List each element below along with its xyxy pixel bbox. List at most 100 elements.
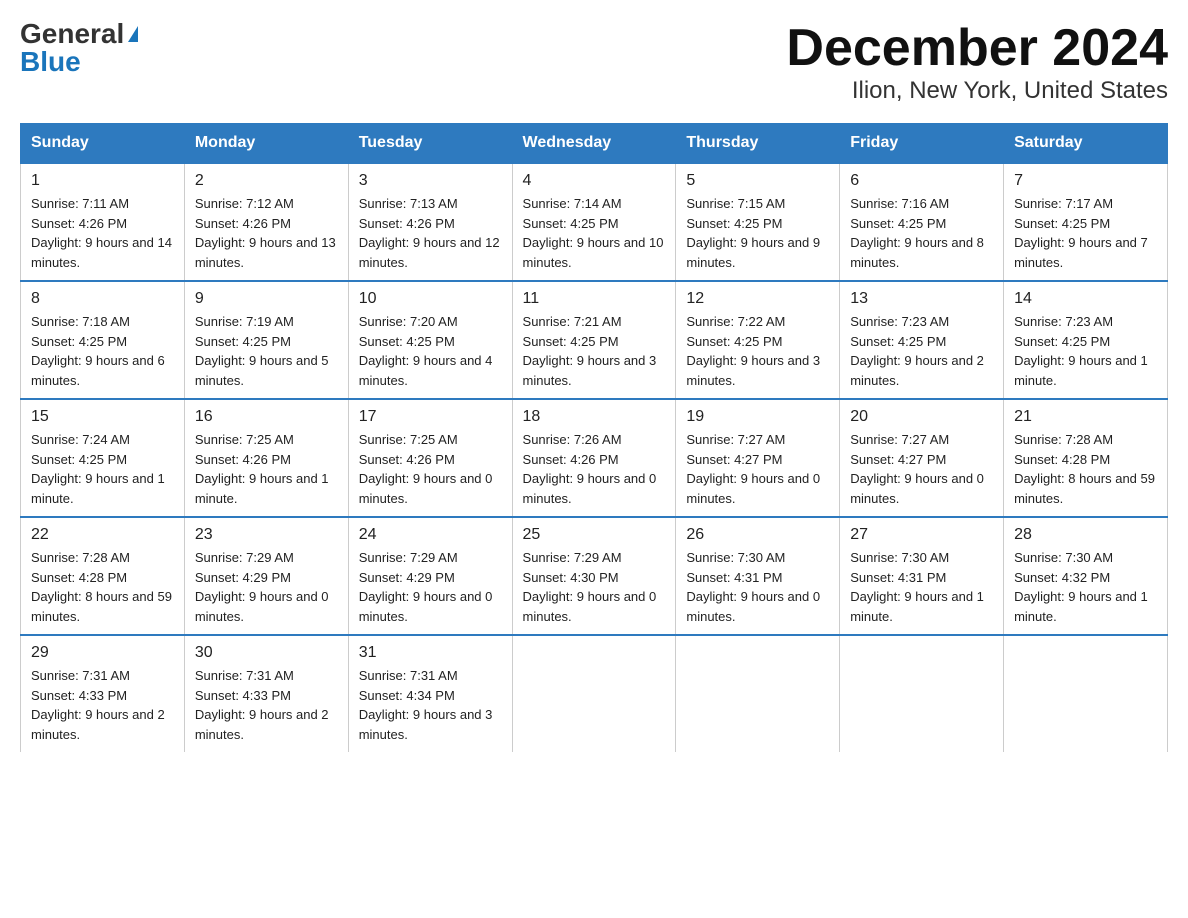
day-number: 28 bbox=[1014, 526, 1157, 544]
day-number: 19 bbox=[686, 408, 829, 426]
day-number: 17 bbox=[359, 408, 502, 426]
calendar-cell: 1 Sunrise: 7:11 AMSunset: 4:26 PMDayligh… bbox=[21, 163, 185, 281]
day-info: Sunrise: 7:30 AMSunset: 4:31 PMDaylight:… bbox=[686, 550, 820, 624]
calendar-cell: 16 Sunrise: 7:25 AMSunset: 4:26 PMDaylig… bbox=[184, 399, 348, 517]
day-info: Sunrise: 7:30 AMSunset: 4:32 PMDaylight:… bbox=[1014, 550, 1148, 624]
calendar-table: SundayMondayTuesdayWednesdayThursdayFrid… bbox=[20, 123, 1168, 752]
calendar-cell bbox=[512, 635, 676, 752]
day-info: Sunrise: 7:27 AMSunset: 4:27 PMDaylight:… bbox=[850, 432, 984, 506]
day-info: Sunrise: 7:31 AMSunset: 4:33 PMDaylight:… bbox=[31, 668, 165, 742]
day-info: Sunrise: 7:11 AMSunset: 4:26 PMDaylight:… bbox=[31, 196, 172, 270]
day-number: 31 bbox=[359, 644, 502, 662]
day-info: Sunrise: 7:15 AMSunset: 4:25 PMDaylight:… bbox=[686, 196, 820, 270]
calendar-cell: 4 Sunrise: 7:14 AMSunset: 4:25 PMDayligh… bbox=[512, 163, 676, 281]
day-info: Sunrise: 7:12 AMSunset: 4:26 PMDaylight:… bbox=[195, 196, 336, 270]
day-info: Sunrise: 7:31 AMSunset: 4:34 PMDaylight:… bbox=[359, 668, 493, 742]
day-number: 13 bbox=[850, 290, 993, 308]
calendar-cell: 24 Sunrise: 7:29 AMSunset: 4:29 PMDaylig… bbox=[348, 517, 512, 635]
calendar-cell: 21 Sunrise: 7:28 AMSunset: 4:28 PMDaylig… bbox=[1004, 399, 1168, 517]
day-info: Sunrise: 7:20 AMSunset: 4:25 PMDaylight:… bbox=[359, 314, 493, 388]
calendar-week-row: 15 Sunrise: 7:24 AMSunset: 4:25 PMDaylig… bbox=[21, 399, 1168, 517]
calendar-cell: 15 Sunrise: 7:24 AMSunset: 4:25 PMDaylig… bbox=[21, 399, 185, 517]
calendar-cell bbox=[1004, 635, 1168, 752]
day-info: Sunrise: 7:28 AMSunset: 4:28 PMDaylight:… bbox=[1014, 432, 1155, 506]
day-number: 20 bbox=[850, 408, 993, 426]
logo-triangle-icon bbox=[128, 26, 138, 42]
day-number: 27 bbox=[850, 526, 993, 544]
day-info: Sunrise: 7:27 AMSunset: 4:27 PMDaylight:… bbox=[686, 432, 820, 506]
day-number: 5 bbox=[686, 172, 829, 190]
logo: General Blue bbox=[20, 20, 138, 76]
calendar-cell: 22 Sunrise: 7:28 AMSunset: 4:28 PMDaylig… bbox=[21, 517, 185, 635]
calendar-cell: 13 Sunrise: 7:23 AMSunset: 4:25 PMDaylig… bbox=[840, 281, 1004, 399]
day-info: Sunrise: 7:23 AMSunset: 4:25 PMDaylight:… bbox=[850, 314, 984, 388]
day-number: 15 bbox=[31, 408, 174, 426]
calendar-cell: 25 Sunrise: 7:29 AMSunset: 4:30 PMDaylig… bbox=[512, 517, 676, 635]
day-info: Sunrise: 7:25 AMSunset: 4:26 PMDaylight:… bbox=[195, 432, 329, 506]
calendar-week-row: 22 Sunrise: 7:28 AMSunset: 4:28 PMDaylig… bbox=[21, 517, 1168, 635]
calendar-cell: 29 Sunrise: 7:31 AMSunset: 4:33 PMDaylig… bbox=[21, 635, 185, 752]
day-number: 8 bbox=[31, 290, 174, 308]
calendar-cell bbox=[840, 635, 1004, 752]
day-number: 1 bbox=[31, 172, 174, 190]
day-number: 23 bbox=[195, 526, 338, 544]
day-info: Sunrise: 7:25 AMSunset: 4:26 PMDaylight:… bbox=[359, 432, 493, 506]
day-info: Sunrise: 7:18 AMSunset: 4:25 PMDaylight:… bbox=[31, 314, 165, 388]
logo-general: General bbox=[20, 20, 124, 48]
day-number: 18 bbox=[523, 408, 666, 426]
day-number: 24 bbox=[359, 526, 502, 544]
column-header-saturday: Saturday bbox=[1004, 124, 1168, 164]
calendar-week-row: 8 Sunrise: 7:18 AMSunset: 4:25 PMDayligh… bbox=[21, 281, 1168, 399]
calendar-cell: 20 Sunrise: 7:27 AMSunset: 4:27 PMDaylig… bbox=[840, 399, 1004, 517]
calendar-cell: 5 Sunrise: 7:15 AMSunset: 4:25 PMDayligh… bbox=[676, 163, 840, 281]
calendar-cell: 14 Sunrise: 7:23 AMSunset: 4:25 PMDaylig… bbox=[1004, 281, 1168, 399]
calendar-cell: 17 Sunrise: 7:25 AMSunset: 4:26 PMDaylig… bbox=[348, 399, 512, 517]
calendar-header-row: SundayMondayTuesdayWednesdayThursdayFrid… bbox=[21, 124, 1168, 164]
day-number: 22 bbox=[31, 526, 174, 544]
calendar-cell: 8 Sunrise: 7:18 AMSunset: 4:25 PMDayligh… bbox=[21, 281, 185, 399]
day-info: Sunrise: 7:29 AMSunset: 4:29 PMDaylight:… bbox=[359, 550, 493, 624]
day-info: Sunrise: 7:26 AMSunset: 4:26 PMDaylight:… bbox=[523, 432, 657, 506]
day-number: 12 bbox=[686, 290, 829, 308]
column-header-thursday: Thursday bbox=[676, 124, 840, 164]
day-info: Sunrise: 7:21 AMSunset: 4:25 PMDaylight:… bbox=[523, 314, 657, 388]
day-number: 14 bbox=[1014, 290, 1157, 308]
column-header-tuesday: Tuesday bbox=[348, 124, 512, 164]
day-number: 10 bbox=[359, 290, 502, 308]
calendar-cell: 2 Sunrise: 7:12 AMSunset: 4:26 PMDayligh… bbox=[184, 163, 348, 281]
calendar-cell: 28 Sunrise: 7:30 AMSunset: 4:32 PMDaylig… bbox=[1004, 517, 1168, 635]
day-number: 29 bbox=[31, 644, 174, 662]
calendar-cell: 30 Sunrise: 7:31 AMSunset: 4:33 PMDaylig… bbox=[184, 635, 348, 752]
calendar-week-row: 29 Sunrise: 7:31 AMSunset: 4:33 PMDaylig… bbox=[21, 635, 1168, 752]
day-info: Sunrise: 7:29 AMSunset: 4:29 PMDaylight:… bbox=[195, 550, 329, 624]
calendar-cell: 3 Sunrise: 7:13 AMSunset: 4:26 PMDayligh… bbox=[348, 163, 512, 281]
day-number: 11 bbox=[523, 290, 666, 308]
calendar-cell: 18 Sunrise: 7:26 AMSunset: 4:26 PMDaylig… bbox=[512, 399, 676, 517]
calendar-week-row: 1 Sunrise: 7:11 AMSunset: 4:26 PMDayligh… bbox=[21, 163, 1168, 281]
day-info: Sunrise: 7:19 AMSunset: 4:25 PMDaylight:… bbox=[195, 314, 329, 388]
day-number: 16 bbox=[195, 408, 338, 426]
day-info: Sunrise: 7:22 AMSunset: 4:25 PMDaylight:… bbox=[686, 314, 820, 388]
day-number: 7 bbox=[1014, 172, 1157, 190]
calendar-cell: 10 Sunrise: 7:20 AMSunset: 4:25 PMDaylig… bbox=[348, 281, 512, 399]
calendar-cell: 9 Sunrise: 7:19 AMSunset: 4:25 PMDayligh… bbox=[184, 281, 348, 399]
calendar-cell: 11 Sunrise: 7:21 AMSunset: 4:25 PMDaylig… bbox=[512, 281, 676, 399]
day-info: Sunrise: 7:17 AMSunset: 4:25 PMDaylight:… bbox=[1014, 196, 1148, 270]
day-number: 26 bbox=[686, 526, 829, 544]
day-info: Sunrise: 7:14 AMSunset: 4:25 PMDaylight:… bbox=[523, 196, 664, 270]
calendar-cell: 19 Sunrise: 7:27 AMSunset: 4:27 PMDaylig… bbox=[676, 399, 840, 517]
calendar-cell: 6 Sunrise: 7:16 AMSunset: 4:25 PMDayligh… bbox=[840, 163, 1004, 281]
column-header-friday: Friday bbox=[840, 124, 1004, 164]
calendar-cell: 12 Sunrise: 7:22 AMSunset: 4:25 PMDaylig… bbox=[676, 281, 840, 399]
day-info: Sunrise: 7:24 AMSunset: 4:25 PMDaylight:… bbox=[31, 432, 165, 506]
calendar-cell: 27 Sunrise: 7:30 AMSunset: 4:31 PMDaylig… bbox=[840, 517, 1004, 635]
page-header: General Blue December 2024 Ilion, New Yo… bbox=[20, 20, 1168, 105]
day-number: 9 bbox=[195, 290, 338, 308]
calendar-cell: 31 Sunrise: 7:31 AMSunset: 4:34 PMDaylig… bbox=[348, 635, 512, 752]
column-header-monday: Monday bbox=[184, 124, 348, 164]
page-title: December 2024 bbox=[786, 20, 1168, 77]
day-number: 25 bbox=[523, 526, 666, 544]
page-subtitle: Ilion, New York, United States bbox=[786, 77, 1168, 105]
day-number: 21 bbox=[1014, 408, 1157, 426]
calendar-cell: 26 Sunrise: 7:30 AMSunset: 4:31 PMDaylig… bbox=[676, 517, 840, 635]
